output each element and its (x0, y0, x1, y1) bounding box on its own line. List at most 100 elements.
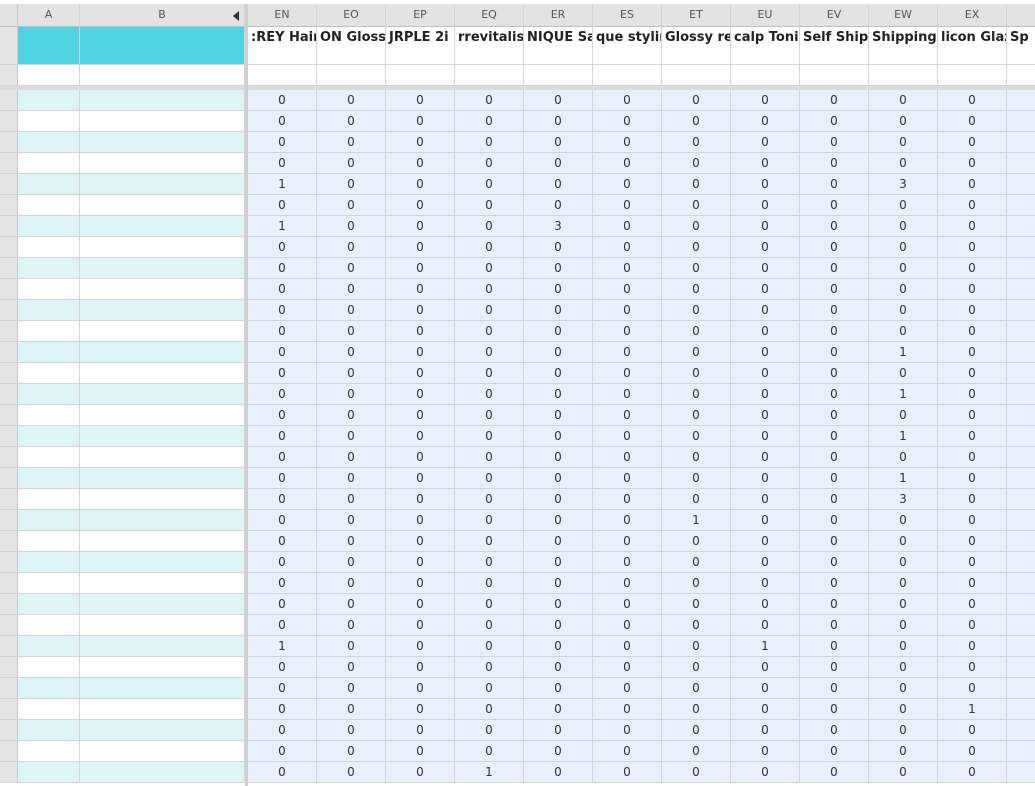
value-cell[interactable]: 0 (524, 636, 593, 657)
frozen-column-divider[interactable] (245, 4, 248, 786)
blank-cell[interactable] (938, 65, 1007, 86)
value-cell[interactable]: 0 (455, 195, 524, 216)
value-cell[interactable]: 0 (524, 90, 593, 111)
value-cell[interactable]: 0 (317, 279, 386, 300)
value-cell[interactable]: 0 (524, 657, 593, 678)
header-product-7[interactable]: Glossy re (662, 27, 731, 65)
value-cell[interactable]: 0 (731, 237, 800, 258)
value-cell[interactable]: 0 (800, 195, 869, 216)
value-cell[interactable]: 0 (317, 657, 386, 678)
value-cell[interactable]: 0 (938, 594, 1007, 615)
row-gutter[interactable] (0, 384, 18, 405)
cust-name-cell[interactable] (80, 699, 245, 720)
value-cell[interactable]: 0 (386, 510, 455, 531)
row-gutter[interactable] (0, 615, 18, 636)
value-cell[interactable]: 0 (317, 426, 386, 447)
value-cell[interactable]: 0 (800, 657, 869, 678)
value-cell[interactable]: 0 (662, 489, 731, 510)
row-gutter[interactable] (0, 489, 18, 510)
value-cell[interactable]: 0 (593, 594, 662, 615)
value-cell[interactable]: 0 (248, 615, 317, 636)
value-cell[interactable]: 0 (938, 363, 1007, 384)
value-cell[interactable]: 0 (317, 111, 386, 132)
row-gutter[interactable] (0, 657, 18, 678)
value-cell[interactable]: 0 (731, 741, 800, 762)
value-cell[interactable]: 0 (386, 552, 455, 573)
value-cell[interactable]: 0 (800, 699, 869, 720)
value-cell[interactable]: 0 (593, 657, 662, 678)
value-cell[interactable]: 0 (731, 552, 800, 573)
value-cell[interactable]: 0 (248, 552, 317, 573)
value-cell[interactable]: 0 (386, 426, 455, 447)
blank-cell[interactable] (662, 65, 731, 86)
value-cell[interactable]: 0 (593, 384, 662, 405)
value-cell[interactable]: 0 (524, 531, 593, 552)
value-cell[interactable]: 0 (248, 300, 317, 321)
row-gutter[interactable] (0, 300, 18, 321)
value-cell[interactable]: 0 (800, 111, 869, 132)
value-cell[interactable]: 0 (455, 132, 524, 153)
blank-cell[interactable] (317, 65, 386, 86)
value-cell[interactable]: 0 (248, 741, 317, 762)
value-cell[interactable]: 0 (938, 720, 1007, 741)
value-cell[interactable]: 0 (317, 90, 386, 111)
column-letter-a[interactable]: A (18, 4, 80, 27)
value-cell[interactable]: 0 (731, 489, 800, 510)
value-cell[interactable]: 0 (662, 300, 731, 321)
value-cell[interactable]: 0 (800, 216, 869, 237)
cust-id-cell[interactable] (18, 321, 80, 342)
cust-id-cell[interactable] (18, 90, 80, 111)
value-cell[interactable]: 0 (869, 132, 938, 153)
header-product-3[interactable]: JRPLE 2i (386, 27, 455, 65)
value-cell[interactable]: 0 (869, 699, 938, 720)
value-cell[interactable]: 1 (731, 636, 800, 657)
cust-name-cell[interactable] (80, 510, 245, 531)
blank-cell[interactable] (869, 65, 938, 86)
cust-name-cell[interactable] (80, 258, 245, 279)
blank-cell[interactable] (731, 65, 800, 86)
value-cell[interactable]: 0 (731, 195, 800, 216)
value-cell[interactable]: 0 (938, 384, 1007, 405)
header-product-9[interactable]: Self Ship (800, 27, 869, 65)
value-cell[interactable]: 0 (386, 489, 455, 510)
value-cell[interactable]: 0 (593, 237, 662, 258)
value-cell[interactable]: 0 (455, 531, 524, 552)
value-cell[interactable]: 0 (662, 447, 731, 468)
value-cell[interactable]: 0 (455, 678, 524, 699)
cust-id-cell[interactable] (18, 300, 80, 321)
value-cell[interactable]: 0 (248, 405, 317, 426)
value-cell[interactable]: 0 (317, 405, 386, 426)
value-cell[interactable]: 0 (938, 90, 1007, 111)
cust-id-cell[interactable] (18, 615, 80, 636)
value-cell[interactable]: 0 (662, 405, 731, 426)
value-cell[interactable]: 0 (386, 132, 455, 153)
value-cell[interactable]: 0 (662, 531, 731, 552)
cust-name-cell[interactable] (80, 216, 245, 237)
value-cell[interactable]: 0 (455, 510, 524, 531)
value-cell[interactable]: 0 (317, 363, 386, 384)
value-cell[interactable]: 0 (800, 90, 869, 111)
cust-id-cell[interactable] (18, 678, 80, 699)
cust-id-cell[interactable] (18, 468, 80, 489)
value-cell[interactable]: 0 (524, 132, 593, 153)
value-cell[interactable]: 0 (593, 153, 662, 174)
value-cell[interactable]: 0 (662, 426, 731, 447)
value-cell[interactable]: 0 (731, 510, 800, 531)
value-cell[interactable]: 0 (524, 468, 593, 489)
value-cell[interactable]: 0 (524, 699, 593, 720)
value-cell[interactable]: 0 (593, 300, 662, 321)
cust-id-cell[interactable] (18, 636, 80, 657)
value-cell[interactable]: 0 (869, 594, 938, 615)
blank-cell[interactable] (248, 65, 317, 86)
value-cell[interactable]: 0 (386, 741, 455, 762)
value-cell[interactable]: 0 (386, 384, 455, 405)
value-cell[interactable]: 0 (248, 447, 317, 468)
cust-name-cell[interactable] (80, 762, 245, 783)
value-cell[interactable]: 0 (524, 447, 593, 468)
value-cell[interactable]: 0 (938, 342, 1007, 363)
value-cell[interactable]: 3 (869, 489, 938, 510)
value-cell[interactable]: 0 (593, 489, 662, 510)
value-cell[interactable]: 0 (593, 174, 662, 195)
cust-name-cell[interactable] (80, 405, 245, 426)
row-gutter[interactable] (0, 279, 18, 300)
